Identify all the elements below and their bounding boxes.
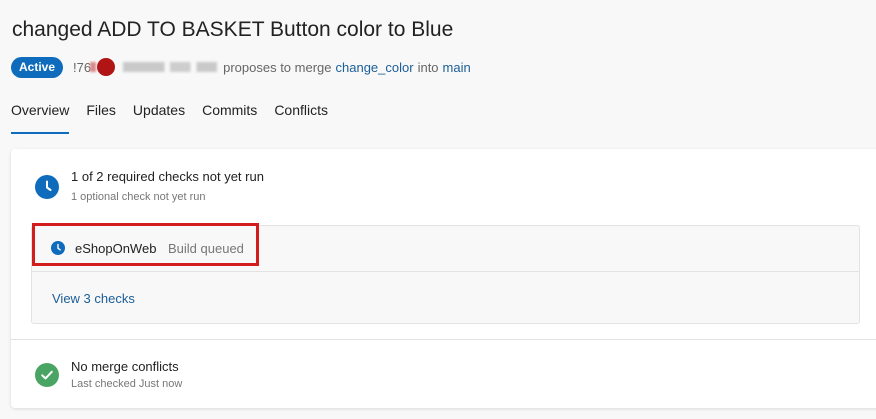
clock-icon bbox=[51, 241, 65, 255]
pr-title: changed ADD TO BASKET Button color to Bl… bbox=[12, 18, 454, 41]
checkmark-icon bbox=[35, 363, 59, 387]
merge-status-title: No merge conflicts bbox=[71, 359, 179, 374]
pipeline-status: Build queued bbox=[168, 241, 244, 256]
checks-summary-subtitle: 1 optional check not yet run bbox=[71, 191, 206, 203]
divider bbox=[11, 339, 876, 340]
pipeline-name: eShopOnWeb bbox=[75, 241, 157, 256]
source-branch-link[interactable]: change_color bbox=[336, 60, 414, 75]
checks-summary-title: 1 of 2 required checks not yet run bbox=[71, 169, 264, 184]
clock-icon bbox=[35, 175, 59, 199]
view-checks-link[interactable]: View 3 checks bbox=[52, 291, 135, 306]
checks-list: eShopOnWeb Build queued View 3 checks bbox=[31, 225, 860, 324]
checks-section: 1 of 2 required checks not yet run 1 opt… bbox=[11, 149, 876, 339]
check-row-eshoponweb[interactable]: eShopOnWeb Build queued bbox=[32, 226, 859, 272]
target-branch-link[interactable]: main bbox=[443, 60, 471, 75]
overview-card: 1 of 2 required checks not yet run 1 opt… bbox=[11, 149, 876, 408]
tab-overview[interactable]: Overview bbox=[11, 102, 70, 134]
pr-id: !76 bbox=[73, 59, 92, 75]
tab-updates[interactable]: Updates bbox=[133, 102, 185, 134]
into-text: into bbox=[417, 59, 439, 75]
author-name-blurred bbox=[123, 62, 218, 72]
proposes-text: proposes to merge bbox=[223, 59, 332, 75]
merge-status-subtitle: Last checked Just now bbox=[71, 378, 183, 390]
tab-conflicts[interactable]: Conflicts bbox=[274, 102, 328, 134]
status-badge: Active bbox=[11, 56, 64, 78]
pr-meta: Active !76 proposes to merge change_colo… bbox=[11, 56, 471, 78]
pr-tabs: Overview Files Updates Commits Conflicts bbox=[11, 102, 345, 134]
tab-files[interactable]: Files bbox=[86, 102, 116, 134]
tab-commits[interactable]: Commits bbox=[202, 102, 257, 134]
author-avatar[interactable] bbox=[97, 58, 116, 76]
